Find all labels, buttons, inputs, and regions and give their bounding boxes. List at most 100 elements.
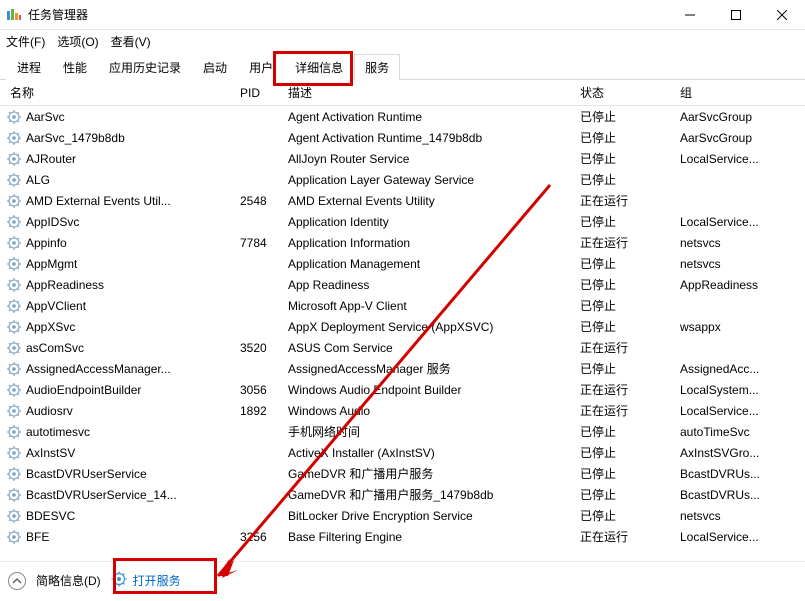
column-header-group[interactable]: 组	[670, 84, 788, 101]
service-name: AxInstSV	[26, 446, 75, 460]
service-status: 已停止	[570, 465, 670, 482]
service-group: BcastDVRUs...	[670, 467, 788, 481]
table-row[interactable]: AssignedAccessManager...AssignedAccessMa…	[0, 358, 805, 379]
footer: 简略信息(D) 打开服务	[0, 562, 805, 599]
tab-app-history[interactable]: 应用历史记录	[98, 54, 192, 80]
service-icon	[6, 445, 22, 461]
service-desc: Microsoft App-V Client	[278, 299, 570, 313]
menu-view[interactable]: 查看(V)	[111, 33, 151, 50]
tab-startup[interactable]: 启动	[192, 54, 238, 80]
service-name: AMD External Events Util...	[26, 194, 171, 208]
table-row[interactable]: AppXSvcAppX Deployment Service (AppXSVC)…	[0, 316, 805, 337]
service-status: 已停止	[570, 213, 670, 230]
service-desc: Application Information	[278, 236, 570, 250]
table-header: 名称 PID 描述 状态 组	[0, 80, 805, 106]
service-icon	[6, 130, 22, 146]
service-desc: AMD External Events Utility	[278, 194, 570, 208]
service-name: AppXSvc	[26, 320, 75, 334]
table-body[interactable]: AarSvcAgent Activation Runtime已停止AarSvcG…	[0, 106, 805, 561]
service-name: Appinfo	[26, 236, 67, 250]
service-icon	[6, 277, 22, 293]
service-group: LocalService...	[670, 152, 788, 166]
service-status: 已停止	[570, 360, 670, 377]
service-name: BcastDVRUserService_14...	[26, 488, 177, 502]
table-row[interactable]: asComSvc3520ASUS Com Service正在运行	[0, 337, 805, 358]
service-pid: 3520	[230, 341, 278, 355]
services-table: 名称 PID 描述 状态 组 AarSvcAgent Activation Ru…	[0, 80, 805, 562]
table-row[interactable]: AMD External Events Util... 2548AMD Exter…	[0, 190, 805, 211]
service-status: 已停止	[570, 297, 670, 314]
service-desc: 手机网络时间	[278, 423, 570, 440]
service-group: netsvcs	[670, 509, 788, 523]
service-group: netsvcs	[670, 257, 788, 271]
menu-options[interactable]: 选项(O)	[57, 33, 98, 50]
service-desc: Windows Audio Endpoint Builder	[278, 383, 570, 397]
column-header-status[interactable]: 状态	[570, 84, 670, 101]
service-name: BcastDVRUserService	[26, 467, 147, 481]
fewer-details-link[interactable]: 简略信息(D)	[36, 572, 101, 589]
table-row[interactable]: ALGApplication Layer Gateway Service已停止	[0, 169, 805, 190]
service-icon	[6, 256, 22, 272]
table-row[interactable]: AxInstSV ActiveX Installer (AxInstSV)已停止A…	[0, 442, 805, 463]
service-name: AppVClient	[26, 299, 86, 313]
tab-performance[interactable]: 性能	[52, 54, 98, 80]
table-row[interactable]: autotimesvc手机网络时间已停止autoTimeSvc	[0, 421, 805, 442]
table-row[interactable]: Audiosrv1892Windows Audio正在运行LocalServic…	[0, 400, 805, 421]
table-row[interactable]: Appinfo7784Application Information正在运行ne…	[0, 232, 805, 253]
service-status: 已停止	[570, 507, 670, 524]
service-icon	[6, 382, 22, 398]
menu-file[interactable]: 文件(F)	[6, 33, 45, 50]
service-desc: ActiveX Installer (AxInstSV)	[278, 446, 570, 460]
service-desc: Application Management	[278, 257, 570, 271]
service-icon	[6, 109, 22, 125]
column-header-desc[interactable]: 描述	[278, 84, 570, 101]
service-status: 已停止	[570, 255, 670, 272]
service-icon	[6, 172, 22, 188]
table-row[interactable]: BcastDVRUserService_14...GameDVR 和广播用户服务…	[0, 484, 805, 505]
service-name: AarSvc_1479b8db	[26, 131, 125, 145]
service-name: AJRouter	[26, 152, 76, 166]
service-icon	[6, 487, 22, 503]
service-status: 已停止	[570, 318, 670, 335]
maximize-button[interactable]	[713, 0, 759, 29]
table-row[interactable]: BDESVC BitLocker Drive Encryption Service…	[0, 505, 805, 526]
table-row[interactable]: AppReadinessApp Readiness已停止AppReadiness	[0, 274, 805, 295]
service-group: AxInstSVGro...	[670, 446, 788, 460]
table-row[interactable]: AppIDSvcApplication Identity已停止LocalServ…	[0, 211, 805, 232]
service-name: asComSvc	[26, 341, 84, 355]
tab-services[interactable]: 服务	[354, 54, 400, 80]
tab-details[interactable]: 详细信息	[284, 54, 354, 80]
service-desc: Application Layer Gateway Service	[278, 173, 570, 187]
service-pid: 2548	[230, 194, 278, 208]
service-name: ALG	[26, 173, 50, 187]
table-row[interactable]: AJRouterAllJoyn Router Service已停止LocalSe…	[0, 148, 805, 169]
service-icon	[6, 508, 22, 524]
table-row[interactable]: AppMgmtApplication Management已停止netsvcs	[0, 253, 805, 274]
table-row[interactable]: AppVClient Microsoft App-V Client已停止	[0, 295, 805, 316]
service-status: 已停止	[570, 444, 670, 461]
service-name: AarSvc	[26, 110, 65, 124]
service-name: AssignedAccessManager...	[26, 362, 171, 376]
service-desc: Windows Audio	[278, 404, 570, 418]
minimize-button[interactable]	[667, 0, 713, 29]
table-row[interactable]: AudioEndpointBuilder3056Windows Audio En…	[0, 379, 805, 400]
service-name: BDESVC	[26, 509, 75, 523]
column-header-name[interactable]: 名称	[0, 84, 230, 101]
service-icon	[6, 193, 22, 209]
menubar: 文件(F) 选项(O) 查看(V)	[0, 30, 805, 52]
tab-processes[interactable]: 进程	[6, 54, 52, 80]
table-row[interactable]: AarSvcAgent Activation Runtime已停止AarSvcG…	[0, 106, 805, 127]
close-button[interactable]	[759, 0, 805, 29]
service-desc: App Readiness	[278, 278, 570, 292]
service-desc: BitLocker Drive Encryption Service	[278, 509, 570, 523]
service-group: LocalService...	[670, 404, 788, 418]
table-row[interactable]: AarSvc_1479b8dbAgent Activation Runtime_…	[0, 127, 805, 148]
open-services-link[interactable]: 打开服务	[111, 571, 181, 590]
chevron-up-icon[interactable]	[8, 572, 26, 590]
service-status: 已停止	[570, 486, 670, 503]
service-name: BFE	[26, 530, 49, 544]
table-row[interactable]: BcastDVRUserServiceGameDVR 和广播用户服务已停止Bca…	[0, 463, 805, 484]
column-header-pid[interactable]: PID	[230, 86, 278, 100]
table-row[interactable]: BFE3256Base Filtering Engine正在运行LocalSer…	[0, 526, 805, 547]
tab-users[interactable]: 用户	[238, 54, 284, 80]
